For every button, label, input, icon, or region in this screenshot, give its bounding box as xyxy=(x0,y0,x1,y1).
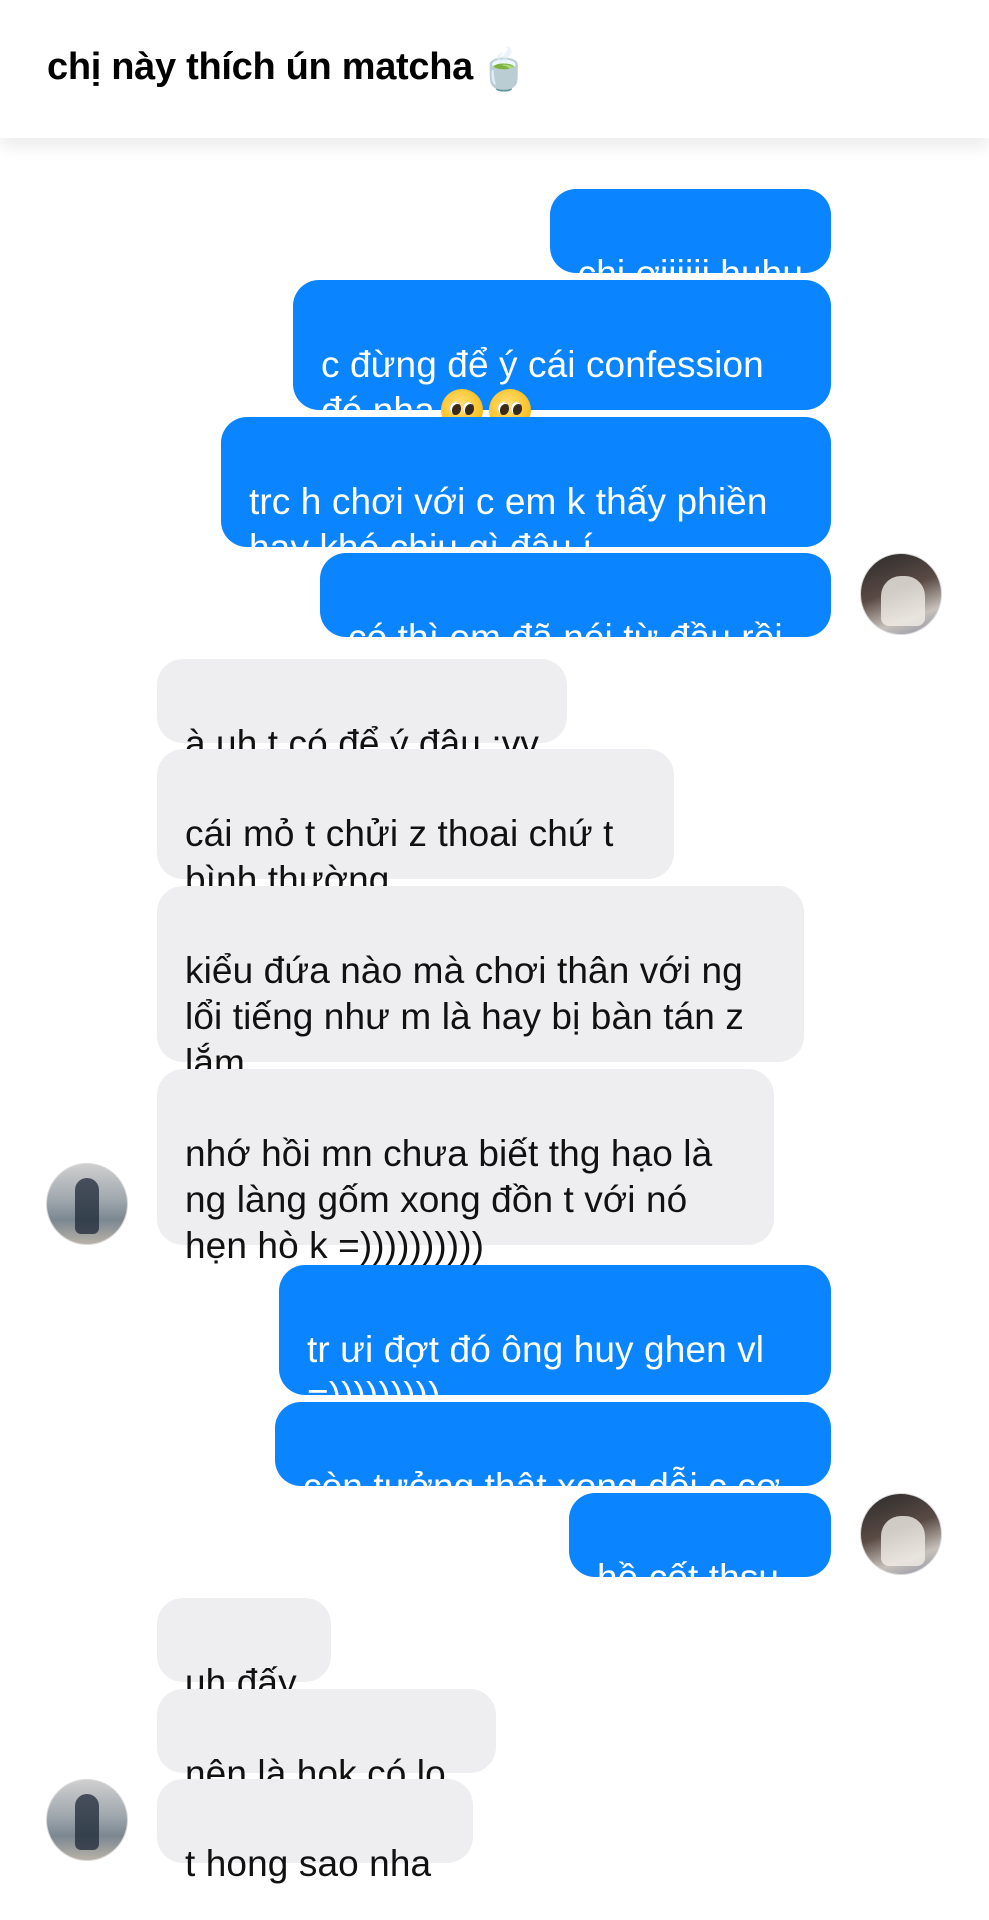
teacup-emoji-icon: 🍵 xyxy=(478,48,529,92)
message-text: có thì em đã nói từ đầu rồi xyxy=(348,617,783,658)
message-bubble-outgoing[interactable]: trc h chơi với c em k thấy phiền hay khó… xyxy=(221,417,831,568)
contact-avatar[interactable] xyxy=(46,1163,128,1245)
message-bubble-outgoing[interactable]: chị ơiiiiii huhu xyxy=(549,189,831,294)
message-bubble-outgoing[interactable]: còn tưởng thật xong dỗi c cơ xyxy=(275,1402,831,1507)
contact-avatar[interactable] xyxy=(46,1779,128,1861)
message-bubble-incoming[interactable]: cái mỏ t chửi z thoai chứ t bình thường xyxy=(157,749,674,900)
message-bubble-outgoing[interactable]: hề cốt thsu xyxy=(569,1493,831,1598)
my-avatar[interactable] xyxy=(860,553,942,635)
chat-title-text: chị này thích ún matcha xyxy=(47,46,473,88)
message-bubble-outgoing[interactable]: tr ưi đợt đó ông huy ghen vl =))))))))) xyxy=(279,1265,831,1416)
message-bubble-incoming[interactable]: nên là hok có lo xyxy=(157,1689,496,1794)
message-text: t hong sao nha xyxy=(185,1843,432,1884)
avatar-photo-icon xyxy=(881,1516,925,1566)
message-bubble-incoming[interactable]: nhớ hồi mn chưa biết thg hạo là ng làng … xyxy=(157,1069,774,1266)
avatar-photo-icon xyxy=(881,576,925,626)
message-bubble-incoming[interactable]: kiểu đứa nào mà chơi thân với ng lổi tiế… xyxy=(157,886,804,1083)
message-bubble-outgoing[interactable]: c đừng để ý cái confession đó nha xyxy=(293,280,831,431)
message-bubble-outgoing[interactable]: có thì em đã nói từ đầu rồi xyxy=(320,553,831,658)
message-bubble-incoming[interactable]: à uh t có để ý đâu :vv xyxy=(157,659,567,764)
message-bubble-incoming[interactable]: t hong sao nha xyxy=(157,1779,473,1884)
message-text: nhớ hồi mn chưa biết thg hạo là ng làng … xyxy=(185,1133,713,1266)
my-avatar[interactable] xyxy=(860,1493,942,1575)
avatar-photo-icon xyxy=(75,1794,99,1850)
chat-header: chị này thích ún matcha 🍵 xyxy=(0,0,989,138)
message-bubble-incoming[interactable]: uh đấy xyxy=(157,1598,331,1703)
avatar-photo-icon xyxy=(75,1178,99,1234)
message-text: kiểu đứa nào mà chơi thân với ng lổi tiế… xyxy=(185,950,744,1083)
message-text: hề cốt thsu xyxy=(597,1557,780,1598)
chat-title[interactable]: chị này thích ún matcha 🍵 xyxy=(47,46,529,93)
